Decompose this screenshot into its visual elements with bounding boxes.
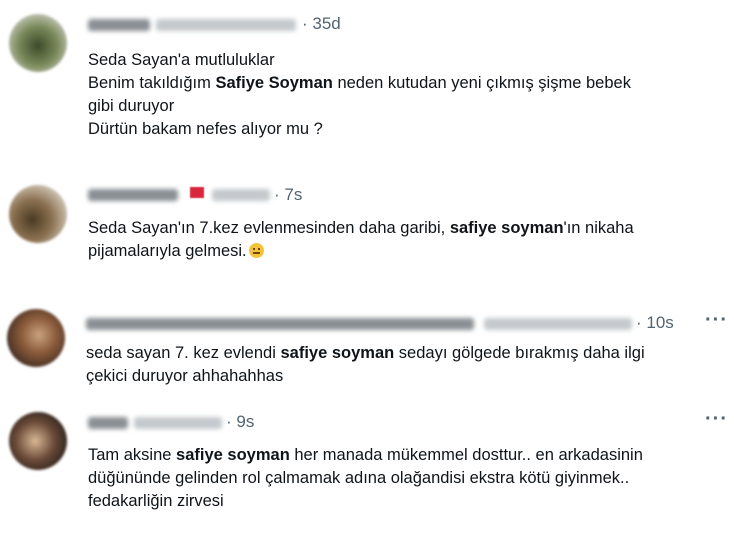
avatar[interactable] bbox=[9, 14, 67, 72]
tweet-line: düğününde gelinden rol çalmamak adına ol… bbox=[88, 467, 643, 490]
tweet-text-segment: seda sayan 7. kez evlendi bbox=[86, 344, 281, 362]
tweet-line: fedakarliğin zirvesi bbox=[88, 490, 643, 513]
tweet-line: gibi duruyor bbox=[88, 95, 631, 118]
blurred-handle[interactable] bbox=[212, 189, 270, 201]
tweet-text-segment: düğününde gelinden rol çalmamak adına ol… bbox=[88, 469, 630, 487]
tweet-line: pijamalarıyla gelmesi. bbox=[88, 240, 634, 263]
avatar[interactable] bbox=[7, 309, 65, 367]
tweet-text-segment: Dürtün bakam nefes alıyor mu ? bbox=[88, 120, 323, 138]
avatar[interactable] bbox=[9, 185, 67, 243]
tweet-line: Tam aksine safiye soyman her manada müke… bbox=[88, 444, 643, 467]
tweet-1[interactable]: · 35d Seda Sayan'a mutluluklar Benim takı… bbox=[0, 0, 734, 170]
tweet-timestamp[interactable]: · 35d bbox=[302, 14, 341, 34]
avatar[interactable] bbox=[9, 412, 67, 470]
tweet-text: Seda Sayan'ın 7.kez evlenmesinden daha g… bbox=[88, 217, 634, 263]
tweet-text-segment: her manada mükemmel dosttur.. en arkadas… bbox=[289, 446, 643, 464]
tweet-text-segment: çekici duruyor ahhahahhas bbox=[86, 367, 284, 385]
more-options-icon[interactable]: ··· bbox=[705, 309, 728, 332]
blurred-username[interactable] bbox=[88, 19, 150, 31]
blurred-handle[interactable] bbox=[134, 417, 222, 429]
highlighted-name: safiye soyman bbox=[176, 446, 290, 464]
tweet-text-segment: pijamalarıyla gelmesi. bbox=[88, 242, 247, 260]
tweet-3[interactable]: · 10s ··· seda sayan 7. kez evlendi safi… bbox=[0, 295, 734, 400]
more-options-icon[interactable]: ··· bbox=[705, 408, 728, 431]
tweet-text: Seda Sayan'a mutluluklar Benim takıldığım… bbox=[88, 49, 631, 141]
blurred-username[interactable] bbox=[88, 189, 178, 201]
tweet-text-segment: neden kutudan yeni çıkmış şişme bebek bbox=[332, 74, 631, 92]
flag-emoji bbox=[190, 187, 204, 198]
tweet-text-segment: fedakarliğin zirvesi bbox=[88, 492, 224, 510]
tweet-4[interactable]: · 9s ··· Tam aksine safiye soyman her ma… bbox=[0, 400, 734, 547]
tweet-text-segment: sedayı gölgede bırakmış daha ilgi bbox=[394, 344, 645, 362]
tweet-text-segment: Seda Sayan'a mutluluklar bbox=[88, 51, 275, 69]
highlighted-name: safiye soyman bbox=[280, 344, 395, 362]
blurred-username[interactable] bbox=[88, 417, 128, 429]
tweet-text-segment: Tam aksine bbox=[88, 446, 177, 464]
tweet-timestamp[interactable]: · 9s bbox=[226, 412, 254, 432]
tweet-text-segment: gibi duruyor bbox=[88, 97, 175, 115]
tweet-line: Seda Sayan'ın 7.kez evlenmesinden daha g… bbox=[88, 217, 634, 240]
tweet-text: seda sayan 7. kez evlendi safiye soyman … bbox=[86, 342, 645, 388]
tweet-line: seda sayan 7. kez evlendi safiye soyman … bbox=[86, 342, 645, 365]
tweet-text-segment: Seda Sayan'ın 7.kez evlenmesinden daha g… bbox=[88, 219, 450, 237]
tweet-line: Seda Sayan'a mutluluklar bbox=[88, 49, 631, 72]
tweet-timestamp[interactable]: · 10s bbox=[636, 313, 674, 333]
highlighted-name: safiye soyman bbox=[449, 219, 564, 237]
grimace-emoji bbox=[248, 243, 264, 258]
tweet-line: çekici duruyor ahhahahhas bbox=[86, 365, 645, 388]
tweet-text: Tam aksine safiye soyman her manada müke… bbox=[88, 444, 643, 513]
blurred-handle[interactable] bbox=[484, 318, 632, 330]
tweet-text-segment: 'ın nikaha bbox=[563, 219, 634, 237]
highlighted-name: Safiye Soyman bbox=[215, 74, 333, 92]
blurred-username[interactable] bbox=[86, 318, 474, 330]
tweet-line: Benim takıldığım Safiye Soyman neden kut… bbox=[88, 72, 631, 95]
tweet-text-segment: Benim takıldığım bbox=[88, 74, 216, 92]
tweet-2[interactable]: · 7s Seda Sayan'ın 7.kez evlenmesinden d… bbox=[0, 170, 734, 290]
tweet-line: Dürtün bakam nefes alıyor mu ? bbox=[88, 118, 631, 141]
tweet-timestamp[interactable]: · 7s bbox=[274, 185, 302, 205]
blurred-handle[interactable] bbox=[156, 19, 296, 31]
